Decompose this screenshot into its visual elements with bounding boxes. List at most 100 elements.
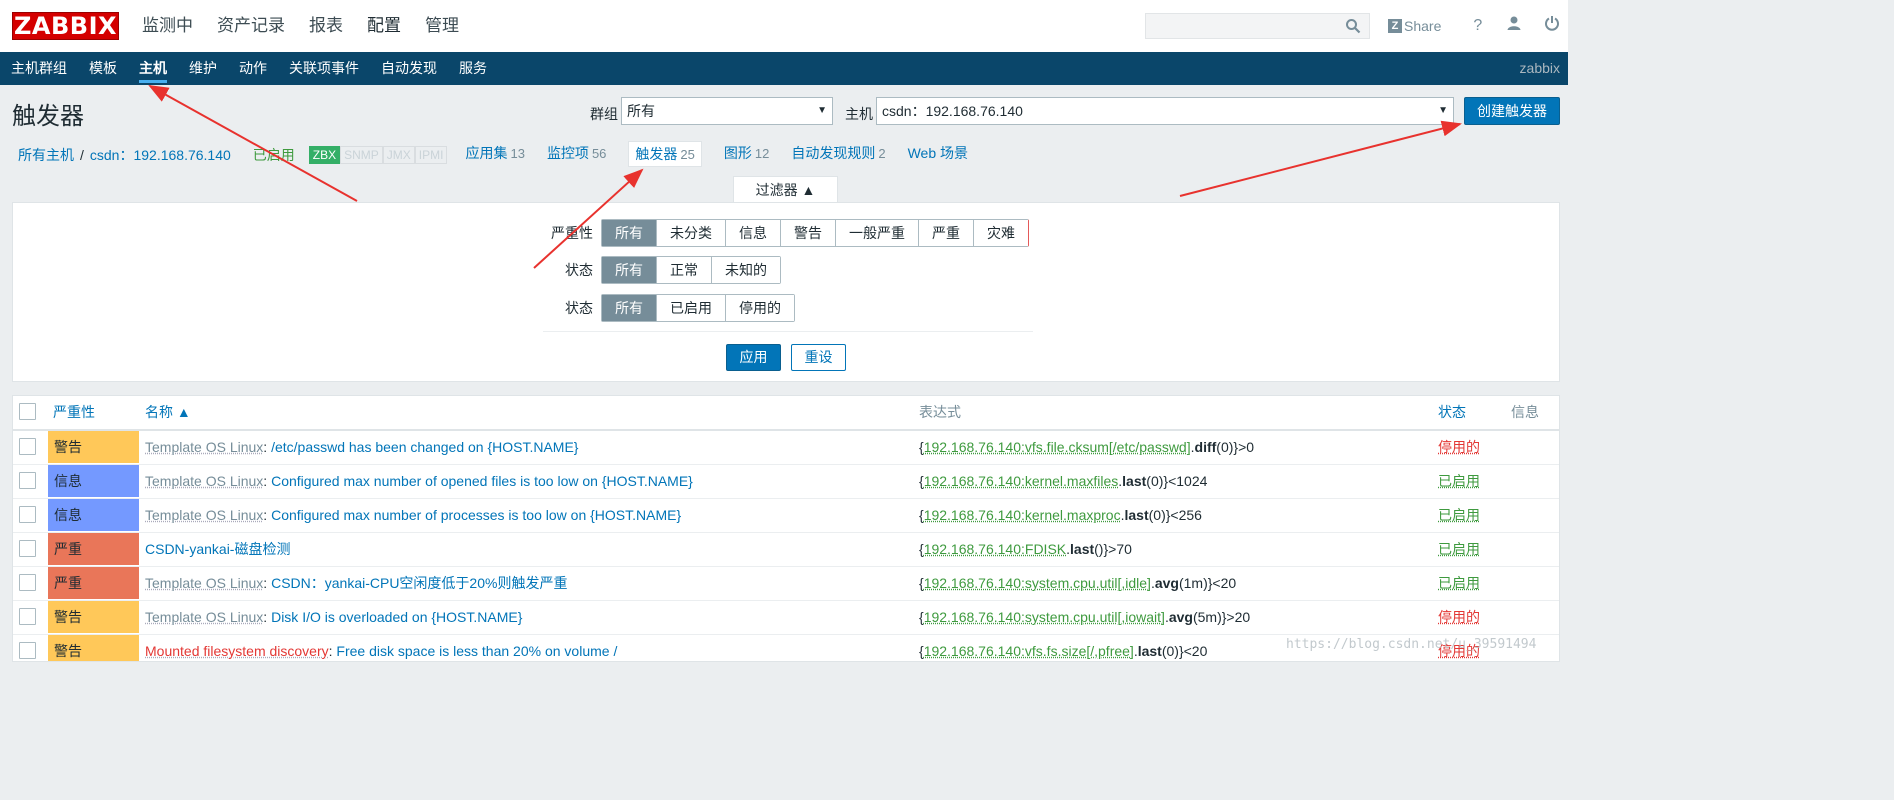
share-label: Share	[1404, 17, 1442, 34]
expr-args: (5m)}>20	[1192, 609, 1251, 625]
trigger-name-link[interactable]: /etc/passwd has been changed on {HOST.NA…	[271, 439, 578, 455]
trigger-name-link[interactable]: Disk I/O is overloaded on {HOST.NAME}	[271, 609, 522, 625]
trigger-name-link[interactable]: CSDN-yankai-磁盘检测	[145, 541, 290, 557]
logo-text: ZABBIX	[14, 12, 117, 40]
user-icon[interactable]	[1506, 15, 1522, 36]
template-link[interactable]: Template OS Linux	[145, 575, 263, 591]
tab-applications[interactable]: 应用集 13	[465, 143, 524, 167]
tab-items[interactable]: 监控项 56	[547, 143, 606, 167]
submenu-host-groups[interactable]: 主机群组	[0, 52, 78, 85]
tab-discovery-rules[interactable]: 自动发现规则 2	[791, 143, 885, 167]
arrow-to-hosts-menu	[148, 85, 358, 202]
expr-item-link[interactable]: 192.168.76.140:kernel.maxproc	[924, 507, 1121, 523]
row-checkbox[interactable]	[19, 540, 36, 557]
select-all-checkbox[interactable]	[19, 403, 36, 420]
apply-filter-button[interactable]: 应用	[726, 344, 781, 371]
host-status-enabled[interactable]: 已启用	[253, 145, 295, 165]
expr-item-link[interactable]: 192.168.76.140:kernel.maxfiles	[924, 473, 1119, 489]
reset-filter-button[interactable]: 重设	[791, 344, 846, 371]
menu-administration[interactable]: 管理	[413, 0, 471, 52]
template-link[interactable]: Template OS Linux	[145, 473, 263, 489]
tag-snmp: SNMP	[340, 146, 383, 164]
submenu-event-correlation[interactable]: 关联项事件	[278, 52, 370, 85]
tab-triggers[interactable]: 触发器 25	[628, 141, 702, 167]
search-input[interactable]	[1145, 13, 1370, 39]
state-option-unknown[interactable]: 未知的	[711, 257, 780, 283]
host-select-value: csdn：192.168.76.140	[882, 103, 1023, 119]
column-status[interactable]: 状态	[1438, 396, 1466, 428]
status-toggle-link[interactable]: 已启用	[1438, 465, 1480, 497]
state-option-normal[interactable]: 正常	[656, 257, 711, 283]
state-option-all[interactable]: 所有	[602, 257, 656, 283]
template-link[interactable]: Template OS Linux	[145, 507, 263, 523]
expr-function: last	[1070, 541, 1095, 557]
severity-option-all[interactable]: 所有	[602, 220, 656, 246]
status-option-all[interactable]: 所有	[602, 295, 656, 321]
tab-web-scenarios[interactable]: Web 场景	[908, 143, 971, 167]
row-checkbox[interactable]	[19, 642, 36, 659]
status-option-disabled[interactable]: 停用的	[725, 295, 794, 321]
search-icon[interactable]	[1345, 18, 1361, 37]
group-select[interactable]: 所有 ▼	[621, 97, 833, 125]
trigger-name-cell: Template OS Linux: Configured max number…	[145, 499, 681, 531]
filter-severity-row: 严重性 所有 未分类 信息 警告 一般严重 严重 灾难	[531, 219, 1029, 247]
menu-configuration[interactable]: 配置	[355, 0, 413, 52]
severity-option-not-classified[interactable]: 未分类	[656, 220, 725, 246]
name-separator: :	[263, 609, 272, 625]
expr-item-link[interactable]: 192.168.76.140:vfs.fs.size[/,pfree]	[924, 643, 1134, 659]
submenu-discovery[interactable]: 自动发现	[370, 52, 448, 85]
filter-state-row: 状态 所有 正常 未知的	[531, 256, 781, 284]
status-toggle-link[interactable]: 停用的	[1438, 601, 1480, 633]
submenu-maintenance[interactable]: 维护	[178, 52, 228, 85]
expression-cell: {192.168.76.140:FDISK.last()}>70	[919, 533, 1132, 565]
table-row: 警告 Template OS Linux: Disk I/O is overloa…	[13, 601, 1559, 635]
power-icon[interactable]	[1544, 15, 1560, 36]
submenu-services[interactable]: 服务	[448, 52, 498, 85]
template-link[interactable]: Template OS Linux	[145, 439, 263, 455]
tab-graphs[interactable]: 图形 12	[724, 143, 769, 167]
status-toggle-link[interactable]: 已启用	[1438, 499, 1480, 531]
row-checkbox[interactable]	[19, 608, 36, 625]
submenu-actions[interactable]: 动作	[228, 52, 278, 85]
severity-option-warning[interactable]: 警告	[780, 220, 835, 246]
create-trigger-button[interactable]: 创建触发器	[1464, 97, 1560, 125]
menu-monitoring[interactable]: 监测中	[130, 0, 205, 52]
expr-item-link[interactable]: 192.168.76.140:FDISK	[924, 541, 1066, 557]
row-checkbox[interactable]	[19, 574, 36, 591]
row-checkbox[interactable]	[19, 506, 36, 523]
expr-item-link[interactable]: 192.168.76.140:vfs.file.cksum[/etc/passw…	[924, 439, 1191, 455]
severity-option-average[interactable]: 一般严重	[835, 220, 918, 246]
status-option-enabled[interactable]: 已启用	[656, 295, 725, 321]
status-toggle-link[interactable]: 已启用	[1438, 567, 1480, 599]
breadcrumb-host[interactable]: csdn：192.168.76.140	[90, 145, 231, 165]
trigger-name-link[interactable]: Configured max number of opened files is…	[271, 473, 693, 489]
trigger-name-link[interactable]: CSDN：yankai-CPU空闲度低于20%则触发严重	[271, 575, 567, 591]
share-button[interactable]: Z Share	[1388, 18, 1441, 34]
column-severity[interactable]: 严重性	[53, 396, 95, 428]
column-name[interactable]: 名称 ▲	[145, 396, 191, 428]
severity-option-disaster[interactable]: 灾难	[973, 220, 1028, 246]
expr-item-link[interactable]: 192.168.76.140:system.cpu.util[,idle]	[924, 575, 1151, 591]
expr-item-link[interactable]: 192.168.76.140:system.cpu.util[,iowait]	[924, 609, 1165, 625]
severity-option-information[interactable]: 信息	[725, 220, 780, 246]
status-toggle-link[interactable]: 停用的	[1438, 431, 1480, 463]
trigger-name-link[interactable]: Free disk space is less than 20% on volu…	[336, 643, 617, 659]
filter-toggle-tab[interactable]: 过滤器 ▲	[733, 176, 838, 203]
breadcrumb: 所有主机 / csdn：192.168.76.140 已启用 ZBX SNMP …	[18, 141, 993, 167]
submenu-templates[interactable]: 模板	[78, 52, 128, 85]
submenu-hosts[interactable]: 主机	[128, 52, 178, 85]
host-select[interactable]: csdn：192.168.76.140 ▼	[876, 97, 1454, 125]
trigger-name-link[interactable]: Configured max number of processes is to…	[271, 507, 681, 523]
status-toggle-link[interactable]: 已启用	[1438, 533, 1480, 565]
help-icon[interactable]: ?	[1473, 17, 1482, 35]
breadcrumb-all-hosts[interactable]: 所有主机	[18, 145, 74, 165]
zabbix-logo[interactable]: ZABBIX	[12, 12, 119, 40]
menu-reports[interactable]: 报表	[297, 0, 355, 52]
template-link[interactable]: Template OS Linux	[145, 609, 263, 625]
row-checkbox[interactable]	[19, 438, 36, 455]
row-checkbox[interactable]	[19, 472, 36, 489]
severity-option-high[interactable]: 严重	[918, 220, 973, 246]
template-link[interactable]: Mounted filesystem discovery	[145, 643, 329, 659]
group-label: 群组	[590, 106, 618, 122]
menu-inventory[interactable]: 资产记录	[205, 0, 297, 52]
